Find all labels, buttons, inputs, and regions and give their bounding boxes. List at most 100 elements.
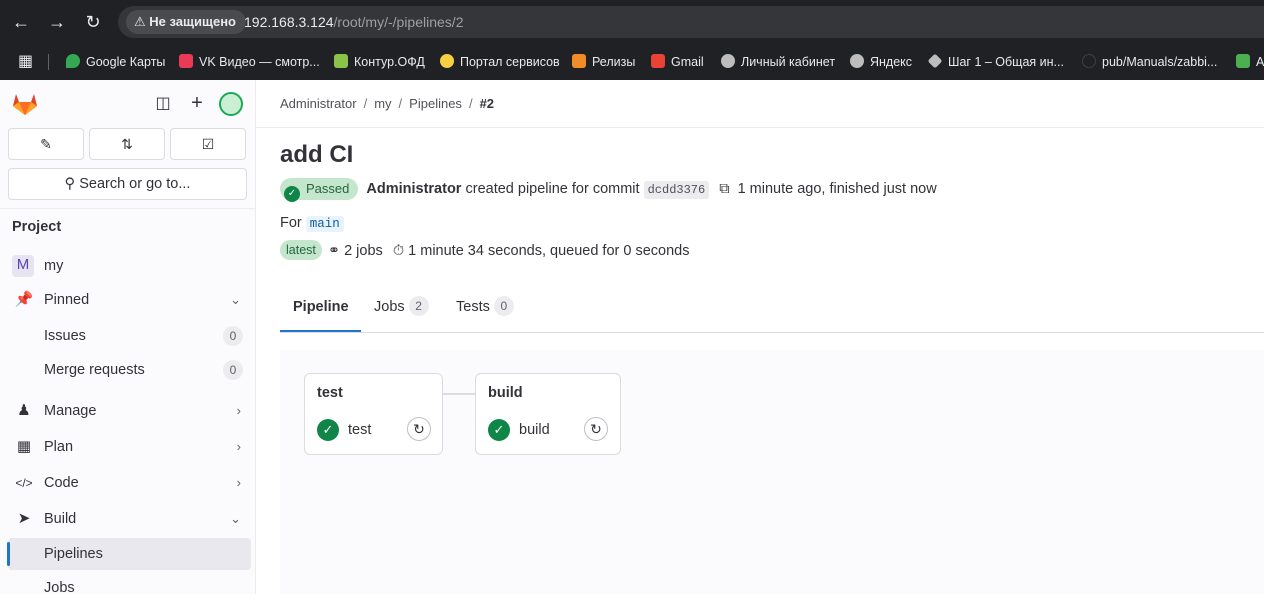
count-badge: 0 xyxy=(223,360,243,380)
tab-tests[interactable]: Tests 0 xyxy=(443,286,527,332)
tabs-divider xyxy=(280,332,1264,333)
bookmark-item[interactable]: pub/Manuals/zabbi... xyxy=(1082,52,1217,72)
chevron-right-icon: › xyxy=(236,403,241,418)
copy-icon[interactable]: ⧉ xyxy=(719,178,729,200)
sidebar-item-build[interactable]: ➤ Build ⌄ xyxy=(8,503,251,535)
avatar[interactable] xyxy=(219,92,243,116)
issues-icon: ✎ xyxy=(40,136,52,152)
bookmark-item[interactable]: Шаг 1 – Общая ин... xyxy=(927,52,1064,72)
forward-icon[interactable]: → xyxy=(46,11,68,33)
address-bar[interactable]: ⚠ Не защищено 192.168.3.124/root/my/-/pi… xyxy=(118,6,1264,38)
stage-name: build xyxy=(488,385,523,401)
bookmark-item[interactable]: Релизы xyxy=(572,52,635,72)
sidebar-item-plan[interactable]: ▦ Plan › xyxy=(8,431,251,463)
tab-label: Pipeline xyxy=(293,299,349,315)
bookmark-item[interactable]: Google Карты xyxy=(66,52,165,72)
bookmark-label: Портал сервисов xyxy=(460,55,560,69)
pipeline-icon: ⚭ xyxy=(327,243,341,259)
retry-icon[interactable]: ↻ xyxy=(407,417,431,441)
bookmark-item[interactable]: A xyxy=(1236,52,1264,72)
gitlab-logo-icon[interactable] xyxy=(12,92,38,118)
reload-icon[interactable]: ↻ xyxy=(82,11,104,33)
document-icon xyxy=(334,54,348,68)
sidebar-toggle-icon[interactable]: ◫ xyxy=(153,94,173,114)
chevron-right-icon: › xyxy=(236,439,241,454)
rocket-icon: ➤ xyxy=(17,510,31,527)
sidebar-item-project[interactable]: M my xyxy=(8,250,251,282)
browser-chrome: ← → ↻ ⚠ Не защищено 192.168.3.124/root/m… xyxy=(0,0,1264,80)
sidebar-item-manage[interactable]: ♟ Manage › xyxy=(8,395,251,427)
sidebar-item-pinned[interactable]: 📌 Pinned ⌄ xyxy=(8,284,251,316)
tab-label: Tests xyxy=(456,299,490,315)
breadcrumb-current[interactable]: #2 xyxy=(480,96,494,111)
duration-text: 1 minute 34 seconds, queued for 0 second… xyxy=(408,243,690,259)
search-button[interactable]: ⚲ Search or go to... xyxy=(8,168,247,200)
job-item[interactable]: ✓ build xyxy=(488,418,550,442)
shield-icon xyxy=(440,54,454,68)
author-link[interactable]: Administrator xyxy=(366,181,461,197)
sidebar: ◫ + ✎ ⇅ ☑ ⚲ Search or go to... Project M… xyxy=(0,80,256,596)
sidebar-item-issues[interactable]: Issues 0 xyxy=(8,320,251,352)
todo-icon: ☑ xyxy=(201,136,215,152)
bookmark-label: Google Карты xyxy=(86,55,166,69)
breadcrumb-link[interactable]: Administrator xyxy=(280,96,357,111)
breadcrumb-separator: / xyxy=(363,96,368,111)
sidebar-item-label: Build xyxy=(44,511,77,527)
breadcrumb: Administrator / my / Pipelines / #2 xyxy=(280,96,494,112)
bookmark-item[interactable]: Контур.ОФД xyxy=(334,52,425,72)
sidebar-item-merge-requests[interactable]: Merge requests 0 xyxy=(8,354,251,386)
merge-requests-button[interactable]: ⇅ xyxy=(89,128,165,160)
plus-icon[interactable]: + xyxy=(187,93,207,113)
url-path: /root/my/-/pipelines/2 xyxy=(333,14,464,30)
security-indicator[interactable]: ⚠ Не защищено xyxy=(126,10,246,34)
latest-badge: latest xyxy=(280,240,322,260)
sidebar-item-label: Jobs xyxy=(44,580,75,596)
clock-icon: ⏱ xyxy=(392,243,405,259)
sidebar-item-label: Issues xyxy=(44,328,86,344)
action-text: created pipeline for commit xyxy=(465,181,640,197)
sidebar-item-code[interactable]: </> Code › xyxy=(8,467,251,499)
retry-icon[interactable]: ↻ xyxy=(584,417,608,441)
todo-button[interactable]: ☑ xyxy=(170,128,246,160)
gmail-icon xyxy=(651,54,665,68)
status-badge[interactable]: ✓ Passed xyxy=(280,178,359,202)
bookmark-label: Яндекс xyxy=(870,55,913,69)
breadcrumb-separator: / xyxy=(398,96,403,111)
bookmark-label: pub/Manuals/zabbi... xyxy=(1102,55,1218,69)
job-item[interactable]: ✓ test xyxy=(317,418,371,442)
diamond-icon xyxy=(927,53,943,69)
calendar-icon: ▦ xyxy=(16,438,32,455)
breadcrumb-link[interactable]: Pipelines xyxy=(409,96,462,111)
back-icon[interactable]: ← xyxy=(10,11,32,33)
sidebar-item-label: Plan xyxy=(44,439,74,455)
tab-pipeline[interactable]: Pipeline xyxy=(280,286,361,332)
job-name: build xyxy=(519,422,550,438)
stage-name: test xyxy=(317,385,343,401)
url-host: 192.168.3.124 xyxy=(244,14,334,30)
sidebar-item-label: Pipelines xyxy=(44,546,103,562)
bookmark-item[interactable]: Портал сервисов xyxy=(440,52,560,72)
sidebar-item-pipelines[interactable]: Pipelines xyxy=(7,538,251,570)
url-text[interactable]: 192.168.3.124/root/my/-/pipelines/2 xyxy=(244,6,463,38)
breadcrumb-link[interactable]: my xyxy=(374,96,391,111)
breadcrumb-separator: / xyxy=(468,96,473,111)
apps-grid-icon[interactable]: ▦ xyxy=(18,52,33,72)
commit-sha[interactable]: dcdd3376 xyxy=(643,181,710,199)
chevron-down-icon: ⌄ xyxy=(230,511,241,526)
code-icon: </> xyxy=(15,476,33,490)
sidebar-item-jobs[interactable]: Jobs xyxy=(8,572,251,604)
bookmark-item[interactable]: VK Видео — смотр... xyxy=(179,52,320,72)
section-label: Project xyxy=(12,219,62,235)
jobs-count-text: 2 jobs xyxy=(344,243,383,259)
map-pin-icon xyxy=(66,54,80,68)
bookmark-item[interactable]: Личный кабинет xyxy=(721,52,835,72)
bookmark-item[interactable]: Gmail xyxy=(651,52,704,72)
branch-link[interactable]: main xyxy=(305,216,344,232)
sidebar-item-label: Merge requests xyxy=(44,362,145,378)
bookmark-item[interactable]: Яндекс xyxy=(850,52,912,72)
assigned-issues-button[interactable]: ✎ xyxy=(8,128,84,160)
tab-jobs[interactable]: Jobs 2 xyxy=(361,286,442,332)
count-badge: 0 xyxy=(223,326,243,346)
status-label: Passed xyxy=(306,181,350,196)
onec-icon xyxy=(572,54,586,68)
